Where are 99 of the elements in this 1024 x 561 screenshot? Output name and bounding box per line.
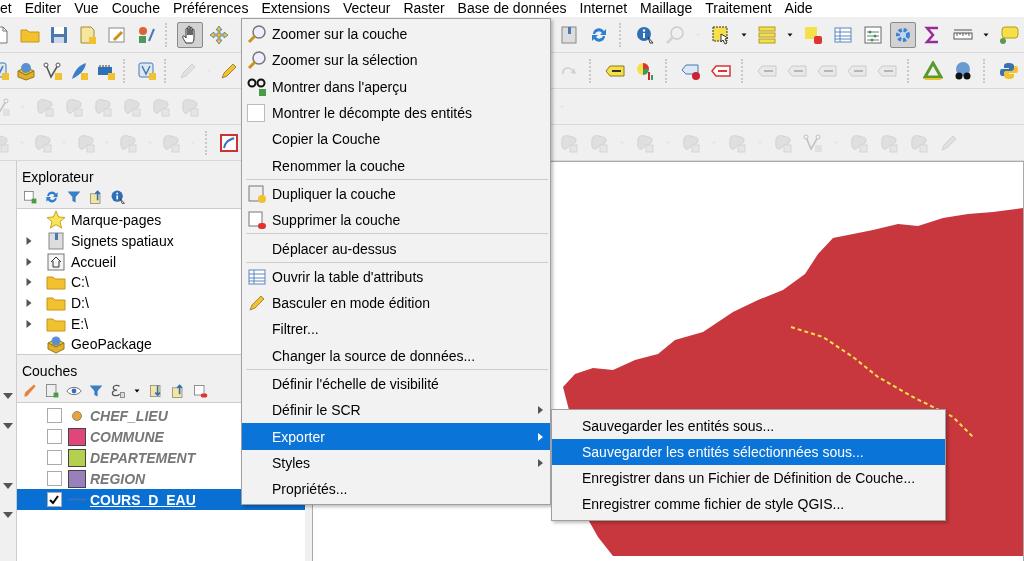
- home-icon: [45, 251, 66, 272]
- add-icon[interactable]: [21, 189, 38, 205]
- menu-item[interactable]: Ouvrir la table d'attributs: [242, 263, 550, 290]
- menu-item[interactable]: Montrer le décompte des entités: [242, 99, 550, 127]
- tree-item[interactable]: Signets spatiaux: [70, 233, 174, 250]
- tree-item[interactable]: GeoPackage: [70, 336, 152, 353]
- menu-bar-item[interactable]: Raster: [403, 0, 445, 17]
- menu-item-label: Dupliquer la couche: [272, 185, 396, 202]
- menu-item-label: Renommer la couche: [272, 157, 406, 174]
- menu-item[interactable]: Sauvegarder les entités sous...: [552, 412, 945, 439]
- menu-item-label: Styles: [272, 454, 311, 471]
- submenu-arrow-icon: [537, 405, 544, 416]
- menu-bar-item[interactable]: Préférences: [172, 0, 249, 17]
- fill-symbol-icon: [67, 448, 86, 467]
- menu-bar-item[interactable]: Base de données: [457, 0, 567, 17]
- menu-item[interactable]: Enregistrer comme fichier de style QGIS...: [552, 491, 945, 518]
- checkbox[interactable]: [46, 408, 62, 423]
- menu-item-label: Montrer le décompte des entités: [272, 105, 472, 122]
- menu-item[interactable]: Définir le SCR: [242, 397, 550, 424]
- magnifier-icon: [247, 24, 267, 45]
- menu-item[interactable]: Enregistrer dans un Fichier de Définition de Couche...: [552, 465, 945, 492]
- menu-item[interactable]: Filtrer...: [242, 316, 550, 343]
- duplicate-icon: [247, 183, 267, 204]
- menu-item-label: Filtrer...: [272, 321, 319, 338]
- layer-name: REGION: [89, 470, 146, 487]
- menu-item-label: Supprimer la couche: [272, 212, 401, 229]
- gear-icon[interactable]: [890, 21, 916, 48]
- delete-icon: [247, 210, 267, 231]
- package-icon: [45, 334, 66, 355]
- expression-icon[interactable]: [109, 383, 126, 399]
- menu-item[interactable]: Déplacer au-dessus: [242, 235, 550, 262]
- menu-item[interactable]: Supprimer la couche: [242, 207, 550, 234]
- menu-bar-item[interactable]: Couche: [111, 0, 160, 17]
- menu-bar-item[interactable]: et: [0, 0, 12, 17]
- tree-item[interactable]: Marque-pages: [70, 212, 162, 229]
- tree-item[interactable]: D:\: [70, 295, 89, 312]
- magnifier-icon: [247, 50, 267, 71]
- checkbox[interactable]: [46, 429, 62, 444]
- remove-icon[interactable]: [191, 383, 208, 399]
- menu-bar-item[interactable]: Vecteur: [342, 0, 391, 17]
- menu-bar-item[interactable]: Extensions: [261, 0, 330, 17]
- menu-item-label: Copier la Couche: [272, 131, 381, 148]
- glasses-icon: [247, 76, 267, 97]
- collapse-icon[interactable]: [169, 383, 186, 399]
- checkbox[interactable]: [46, 471, 62, 486]
- menu-item-label: Exporter: [272, 428, 325, 445]
- menu-item-label: Définir le SCR: [272, 402, 361, 419]
- menu-bar-item[interactable]: Traitement: [705, 0, 772, 17]
- layer-name: COURS_D_EAU: [89, 491, 196, 508]
- menu-item[interactable]: Styles: [242, 449, 550, 477]
- menu-item[interactable]: Zoomer sur la sélection: [242, 47, 550, 74]
- menu-item-label: Définir l'échelle de visibilité: [272, 376, 439, 392]
- filter-icon[interactable]: [65, 189, 82, 205]
- fill-symbol-icon: [67, 469, 86, 488]
- checkbox[interactable]: [46, 450, 62, 465]
- menu-item-label: Déplacer au-dessus: [272, 240, 397, 257]
- info-icon[interactable]: [109, 189, 126, 205]
- menu-item-label: Zoomer sur la sélection: [272, 52, 418, 69]
- menu-item-label: Montrer dans l'aperçu: [272, 78, 407, 95]
- checkbox[interactable]: [247, 104, 265, 123]
- menu-item[interactable]: Zoomer sur la couche: [242, 21, 550, 48]
- add-group-icon[interactable]: [43, 383, 60, 399]
- tree-item[interactable]: E:\: [70, 315, 89, 332]
- checkbox[interactable]: [46, 492, 62, 507]
- layer-name: COMMUNE: [89, 428, 164, 445]
- tree-item[interactable]: Accueil: [70, 253, 117, 270]
- menu-bar-item[interactable]: Editer: [24, 0, 62, 17]
- menu-item[interactable]: Montrer dans l'aperçu: [242, 73, 550, 100]
- hand-icon[interactable]: [177, 21, 203, 48]
- menu-item[interactable]: Dupliquer la couche: [242, 180, 550, 208]
- menu-bar-item[interactable]: Vue: [74, 0, 99, 17]
- expand-icon[interactable]: [147, 383, 164, 399]
- filter-icon[interactable]: [87, 383, 104, 399]
- tree-item[interactable]: C:\: [70, 274, 89, 291]
- menu-item[interactable]: Changer la source de données...: [242, 342, 550, 369]
- layer-name: CHEF_LIEU: [89, 407, 168, 424]
- menu-item-label: Changer la source de données...: [272, 347, 476, 364]
- submenu-arrow-icon: [537, 457, 544, 468]
- submenu-arrow-icon: [537, 431, 544, 442]
- menu-bar-item[interactable]: Aide: [784, 0, 813, 17]
- book-icon: [45, 231, 66, 252]
- pencil-icon: [247, 293, 267, 314]
- collapse-icon[interactable]: [87, 189, 104, 205]
- menu-item-label: Zoomer sur la couche: [272, 26, 408, 43]
- layer-name: DEPARTEMENT: [89, 449, 196, 466]
- star-icon: [45, 210, 66, 231]
- menu-item-label: Basculer en mode édition: [272, 295, 430, 312]
- refresh-icon[interactable]: [43, 189, 60, 205]
- menu-item[interactable]: Définir l'échelle de visibilité: [242, 370, 550, 398]
- menu-item[interactable]: Sauvegarder les entités sélectionnées sous...: [552, 438, 945, 466]
- menu-item[interactable]: Copier la Couche: [242, 126, 550, 153]
- menu-item[interactable]: Basculer en mode édition: [242, 289, 550, 317]
- menu-item-label: Ouvrir la table d'attributs: [272, 268, 424, 285]
- brush-icon[interactable]: [21, 383, 38, 399]
- menu-bar-item[interactable]: Internet: [579, 0, 628, 17]
- fill-symbol-icon: [67, 427, 86, 446]
- menu-item[interactable]: Renommer la couche: [242, 152, 550, 179]
- table-icon: [247, 266, 267, 287]
- menu-bar-item[interactable]: Maillage: [640, 0, 693, 17]
